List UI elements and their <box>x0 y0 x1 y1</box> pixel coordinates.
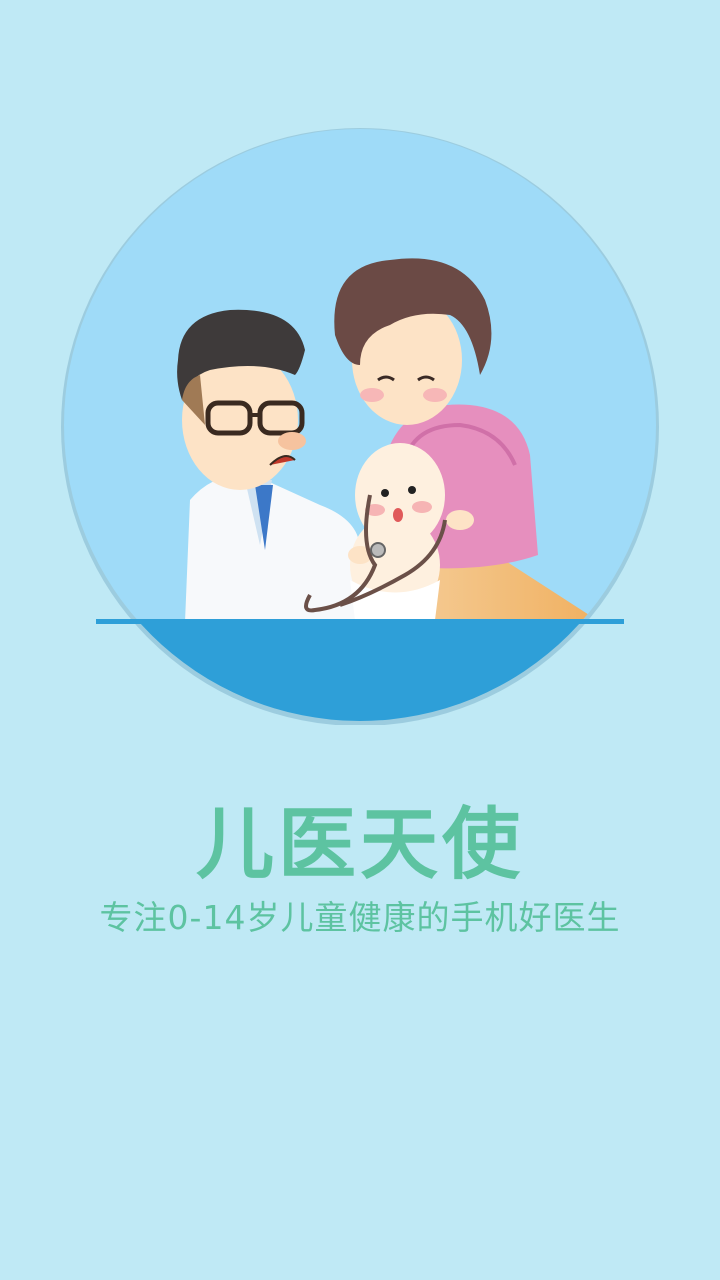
app-slogan: 专注0-14岁儿童健康的手机好医生 <box>99 898 621 937</box>
splash-screen: 儿医天使 专注0-14岁儿童健康的手机好医生 <box>0 0 720 1280</box>
doctor-baby-illustration <box>60 125 660 725</box>
app-name-title: 儿医天使 <box>195 800 524 890</box>
